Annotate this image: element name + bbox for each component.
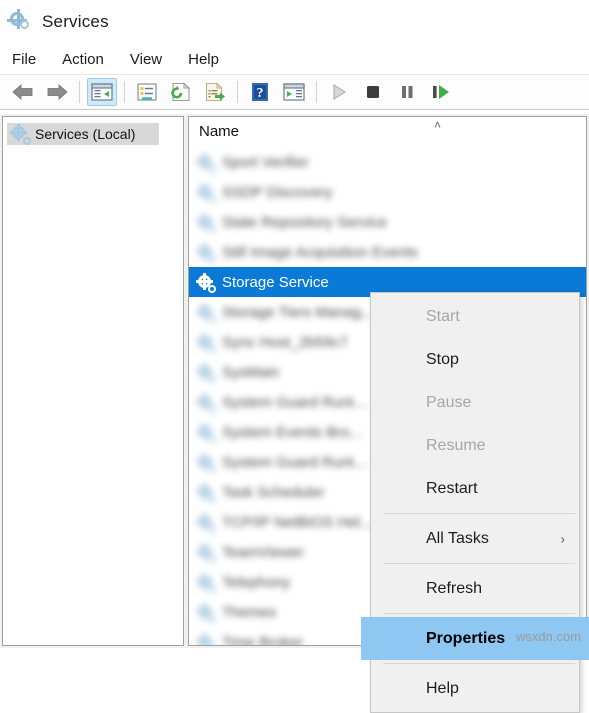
service-gear-icon xyxy=(196,152,216,173)
service-name: System Events Bro... xyxy=(222,423,363,441)
start-service-icon[interactable] xyxy=(324,78,354,106)
service-name: Task Scheduler xyxy=(222,483,325,501)
service-name: Time Broker xyxy=(222,633,304,646)
stop-service-icon[interactable] xyxy=(358,78,388,106)
toolbar-separator xyxy=(124,81,125,103)
service-row[interactable]: State Repository Service xyxy=(189,207,586,237)
window-title: Services xyxy=(42,12,109,31)
service-name: Storage Service xyxy=(222,273,329,291)
context-menu-item-pause: Pause xyxy=(371,381,579,424)
svg-text:?: ? xyxy=(257,86,264,101)
service-gear-icon xyxy=(196,632,216,645)
menu-separator xyxy=(383,563,575,564)
toolbar-separator xyxy=(79,81,80,103)
service-name: System Guard Runt... xyxy=(222,453,367,471)
context-menu-item-restart[interactable]: Restart xyxy=(371,467,579,510)
show-hide-console-tree-icon[interactable] xyxy=(87,78,117,106)
service-gear-icon xyxy=(196,422,216,443)
menu-file[interactable]: File xyxy=(12,49,48,70)
context-menu-item-label: All Tasks xyxy=(426,529,489,547)
service-name: Sync Host_2b59c7 xyxy=(222,333,348,351)
menu-view[interactable]: View xyxy=(130,49,174,70)
export-list-icon[interactable] xyxy=(200,78,230,106)
services-gears-icon xyxy=(7,9,32,33)
sort-ascending-icon: ˄ xyxy=(434,118,442,132)
tree-node-label: Services (Local) xyxy=(35,126,136,142)
column-header-name[interactable]: Name xyxy=(189,123,239,140)
menu-separator xyxy=(383,663,575,664)
service-row[interactable]: Still Image Acquisition Events xyxy=(189,237,586,267)
context-menu-item-label: Resume xyxy=(426,436,486,454)
chevron-right-icon: › xyxy=(560,531,565,546)
context-menu-item-label: Restart xyxy=(426,479,478,497)
service-row[interactable]: Sport Verifier xyxy=(189,147,586,177)
service-gear-icon xyxy=(196,452,216,473)
restart-service-icon[interactable] xyxy=(426,78,456,106)
service-name: SysMain xyxy=(222,363,280,381)
console-tree-pane: Services (Local) xyxy=(2,116,184,646)
show-action-pane-icon[interactable] xyxy=(279,78,309,106)
service-name: Still Image Acquisition Events xyxy=(222,243,418,261)
tree-node-services-local[interactable]: Services (Local) xyxy=(7,123,159,145)
context-menu-item-label: Properties xyxy=(426,629,506,647)
service-gear-icon xyxy=(196,302,216,323)
menu-help[interactable]: Help xyxy=(188,49,231,70)
context-menu-item-label: Pause xyxy=(426,393,472,411)
service-gear-icon xyxy=(196,542,216,563)
properties-icon[interactable] xyxy=(132,78,162,106)
service-name: TCP/IP NetBIOS Hel... xyxy=(222,513,373,531)
menu-bar: File Action View Help xyxy=(0,44,589,74)
toolbar-separator xyxy=(237,81,238,103)
context-menu-item-refresh[interactable]: Refresh xyxy=(371,567,579,610)
menu-separator xyxy=(383,513,575,514)
service-name: Themes xyxy=(222,603,277,621)
list-column-header[interactable]: Name ˄ xyxy=(189,117,586,147)
context-menu-item-label: Start xyxy=(426,307,460,325)
service-name: TeamViewer xyxy=(222,543,305,561)
service-gear-icon xyxy=(196,272,216,293)
services-window: Services A xyxy=(0,0,589,713)
context-menu-item-label: Refresh xyxy=(426,579,483,597)
help-icon[interactable]: ? xyxy=(245,78,275,106)
service-name: State Repository Service xyxy=(222,213,388,231)
service-name: Sport Verifier xyxy=(222,153,309,171)
context-menu: Start Stop Pause Resume Restart All Tasks › Ref… xyxy=(361,292,589,713)
service-name: Storage Tiers Manag... xyxy=(222,303,374,321)
service-gear-icon xyxy=(196,602,216,623)
service-gear-icon xyxy=(196,392,216,413)
site-watermark: wsxdn.com xyxy=(515,629,581,644)
context-menu-item-start: Start xyxy=(371,295,579,338)
service-gear-icon xyxy=(196,482,216,503)
toolbar: ? xyxy=(0,74,589,110)
pause-service-icon[interactable] xyxy=(392,78,422,106)
service-gear-icon xyxy=(196,572,216,593)
menu-action[interactable]: Action xyxy=(62,49,116,70)
menu-separator xyxy=(383,613,575,614)
context-menu-item-label: Help xyxy=(426,679,459,697)
service-gear-icon xyxy=(196,362,216,383)
service-gear-icon xyxy=(196,242,216,263)
context-menu-item-all-tasks[interactable]: All Tasks › xyxy=(371,517,579,560)
context-menu-item-label: Stop xyxy=(426,350,459,368)
service-gear-icon xyxy=(196,182,216,203)
title-bar: Services xyxy=(0,0,589,44)
service-row[interactable]: SSDP Discovery xyxy=(189,177,586,207)
back-arrow-icon[interactable] xyxy=(8,78,38,106)
service-name: SSDP Discovery xyxy=(222,183,333,201)
service-name: Telephony xyxy=(222,573,291,591)
context-menu-item-help[interactable]: Help xyxy=(371,667,579,710)
service-name: System Guard Runt... xyxy=(222,393,367,411)
toolbar-separator xyxy=(316,81,317,103)
service-gear-icon xyxy=(196,212,216,233)
context-menu-item-resume: Resume xyxy=(371,424,579,467)
service-gear-icon xyxy=(196,512,216,533)
forward-arrow-icon[interactable] xyxy=(42,78,72,106)
service-gear-icon xyxy=(196,332,216,353)
refresh-icon[interactable] xyxy=(166,78,196,106)
context-menu-item-stop[interactable]: Stop xyxy=(371,338,579,381)
services-gears-icon xyxy=(10,124,31,145)
